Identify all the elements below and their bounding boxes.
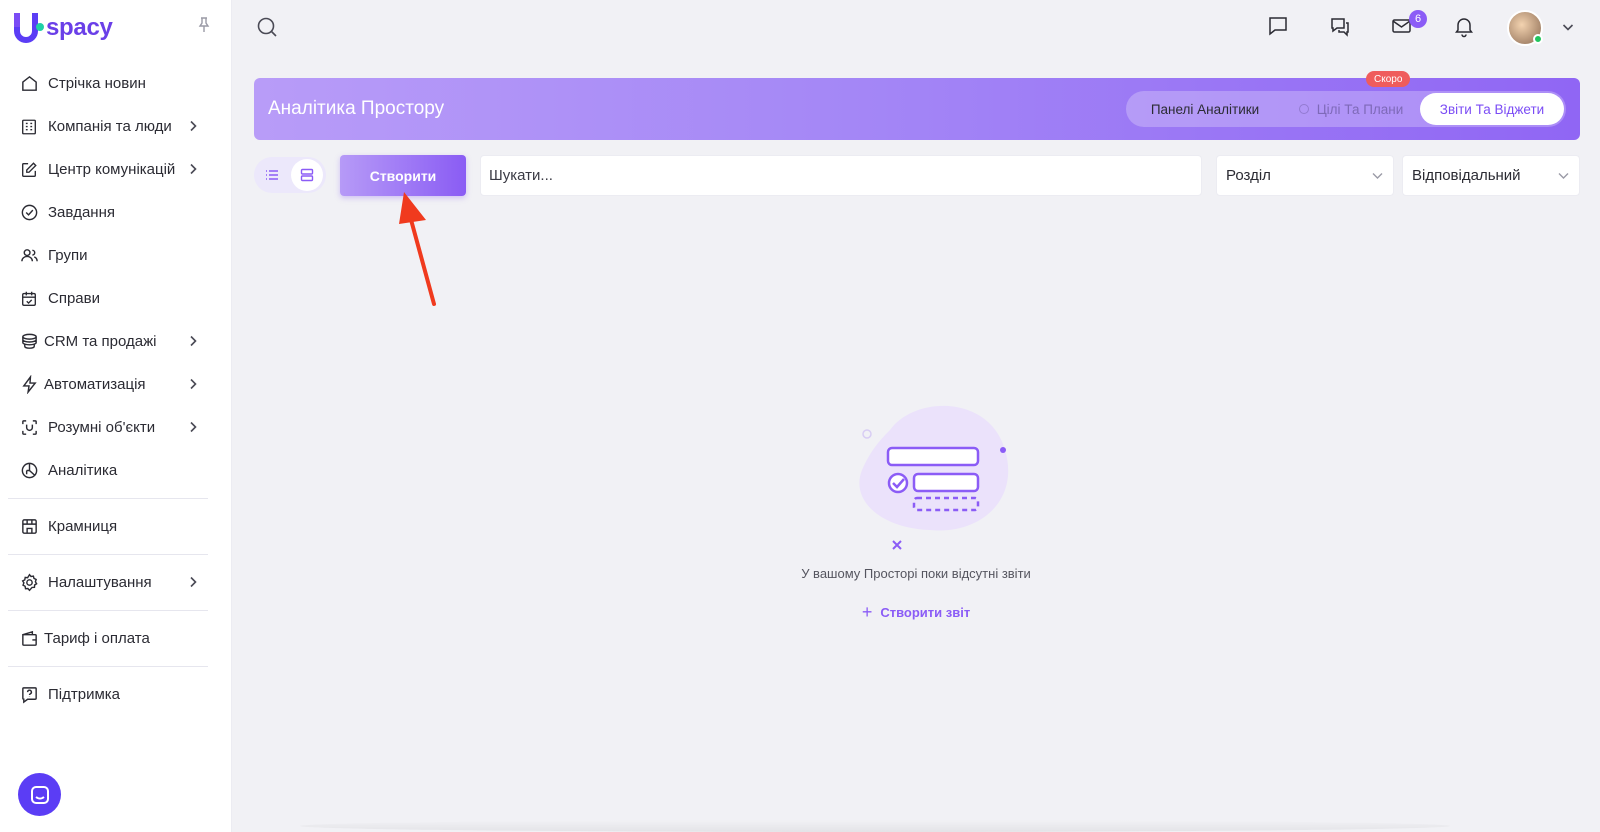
sidebar-item-company[interactable]: Компанія та люди bbox=[8, 105, 208, 148]
store-icon bbox=[19, 517, 39, 537]
responsible-select[interactable]: Відповідальний bbox=[1402, 155, 1580, 196]
sidebar-item-automation[interactable]: Автоматизація bbox=[8, 363, 208, 406]
sidebar-item-label: Центр комунікацій bbox=[48, 161, 176, 178]
create-report-button[interactable]: + Створити звіт bbox=[862, 602, 970, 623]
sidebar-item-crm[interactable]: CRM та продажі bbox=[8, 320, 208, 363]
sidebar-item-smart-objects[interactable]: Розумні об'єкти bbox=[8, 406, 208, 449]
bell-icon[interactable] bbox=[1452, 14, 1476, 38]
sidebar-item-label: Підтримка bbox=[48, 686, 121, 703]
online-status-dot bbox=[1533, 34, 1543, 44]
analytics-tabs: Панелі Аналітики Цілі Та Плани Звіти Та … bbox=[1126, 91, 1566, 127]
sidebar-item-label: Аналітика bbox=[48, 462, 118, 479]
sidebar-item-label: Групи bbox=[48, 247, 88, 264]
view-toggle bbox=[254, 157, 326, 193]
sidebar-item-label: Крамниця bbox=[48, 518, 118, 535]
create-report-label: Створити звіт bbox=[880, 605, 971, 620]
analytics-banner: Аналітика Простору Панелі Аналітики Цілі… bbox=[254, 71, 1580, 140]
chevron-down-icon[interactable] bbox=[1562, 22, 1574, 32]
chevron-down-icon bbox=[1558, 173, 1569, 179]
sidebar-item-analytics[interactable]: Аналітика bbox=[8, 449, 208, 492]
empty-reports-illustration-icon bbox=[859, 405, 1009, 550]
sidebar-item-tasks[interactable]: Завдання bbox=[8, 191, 208, 234]
bottom-shadow bbox=[300, 820, 1450, 832]
avatar[interactable] bbox=[1507, 10, 1543, 46]
sidebar-item-label: Завдання bbox=[48, 204, 115, 221]
sidebar-item-billing[interactable]: Тариф і оплата bbox=[8, 617, 208, 660]
wallet-icon bbox=[19, 629, 39, 649]
sidebar: spacy Стрічка новин Компанія та люди Цен… bbox=[0, 0, 232, 832]
users-icon bbox=[19, 246, 39, 266]
pin-icon[interactable] bbox=[196, 16, 212, 34]
create-report-row: + Створити звіт bbox=[232, 602, 1600, 623]
section-select[interactable]: Розділ bbox=[1216, 155, 1394, 196]
mail-count-badge: 6 bbox=[1409, 10, 1427, 28]
message-icon[interactable] bbox=[1266, 14, 1290, 38]
page-title: Аналітика Простору bbox=[268, 98, 445, 119]
edit-icon bbox=[19, 160, 39, 180]
sidebar-item-settings[interactable]: Налаштування bbox=[8, 561, 208, 604]
section-select-value: Розділ bbox=[1226, 167, 1271, 184]
divider bbox=[8, 610, 208, 611]
divider bbox=[8, 554, 208, 555]
sidebar-item-label: Стрічка новин bbox=[48, 75, 146, 92]
logo[interactable]: spacy bbox=[14, 12, 113, 44]
chevron-right-icon bbox=[190, 378, 197, 390]
sidebar-item-store[interactable]: Крамниця bbox=[8, 505, 208, 548]
sidebar-nav: Стрічка новин Компанія та люди Центр ком… bbox=[8, 62, 208, 716]
gear-icon bbox=[19, 573, 39, 593]
chevron-right-icon bbox=[190, 576, 197, 588]
logo-text: spacy bbox=[46, 14, 113, 41]
check-circle-icon bbox=[19, 203, 39, 223]
list-icon bbox=[266, 170, 278, 180]
chat-bubbles-icon[interactable] bbox=[1328, 14, 1352, 38]
sidebar-item-label: Тариф і оплата bbox=[44, 630, 150, 647]
coins-icon bbox=[19, 332, 39, 352]
divider bbox=[8, 498, 208, 499]
chat-widget-button[interactable] bbox=[18, 773, 61, 816]
cards-icon bbox=[300, 168, 314, 182]
search-input[interactable] bbox=[480, 155, 1202, 196]
list-view-button[interactable] bbox=[262, 165, 282, 185]
chat-icon bbox=[30, 785, 49, 804]
divider bbox=[8, 666, 208, 667]
responsible-select-value: Відповідальний bbox=[1412, 167, 1521, 184]
sidebar-item-communications[interactable]: Центр комунікацій bbox=[8, 148, 208, 191]
help-icon bbox=[19, 685, 39, 705]
lightning-icon bbox=[19, 375, 39, 395]
sidebar-item-groups[interactable]: Групи bbox=[8, 234, 208, 277]
chevron-right-icon bbox=[190, 335, 197, 347]
sidebar-item-label: CRM та продажі bbox=[44, 333, 157, 350]
tab-dashboards[interactable]: Панелі Аналітики bbox=[1128, 93, 1282, 125]
sidebar-item-label: Налаштування bbox=[48, 574, 152, 591]
sidebar-item-label: Розумні об'єкти bbox=[48, 419, 156, 436]
sidebar-item-label: Автоматизація bbox=[44, 376, 146, 393]
pie-chart-icon bbox=[19, 461, 39, 481]
card-view-button[interactable] bbox=[291, 159, 323, 191]
sidebar-item-label: Справи bbox=[48, 290, 100, 307]
tab-goals[interactable]: Цілі Та Плани bbox=[1282, 93, 1420, 125]
logo-mark-icon bbox=[14, 13, 44, 43]
plus-icon: + bbox=[861, 602, 873, 622]
scan-icon bbox=[19, 418, 39, 438]
tab-goals-label: Цілі Та Плани bbox=[1316, 101, 1404, 117]
tab-reports[interactable]: Звіти Та Віджети bbox=[1420, 93, 1564, 125]
chevron-down-icon bbox=[1372, 173, 1383, 179]
sidebar-item-support[interactable]: Підтримка bbox=[8, 673, 208, 716]
home-icon bbox=[19, 74, 39, 94]
circle-icon bbox=[1298, 104, 1309, 114]
chevron-right-icon bbox=[190, 163, 197, 175]
sidebar-item-news[interactable]: Стрічка новин bbox=[8, 62, 208, 105]
empty-state-message: У вашому Просторі поки відсутні звіти bbox=[801, 566, 1031, 581]
chevron-right-icon bbox=[190, 421, 197, 433]
building-icon bbox=[19, 117, 39, 137]
sidebar-item-label: Компанія та люди bbox=[48, 118, 172, 135]
chevron-right-icon bbox=[190, 120, 197, 132]
sidebar-item-affairs[interactable]: Справи bbox=[8, 277, 208, 320]
annotation-arrow-icon bbox=[399, 192, 436, 306]
calendar-check-icon bbox=[19, 289, 39, 309]
search-icon[interactable] bbox=[256, 16, 278, 38]
soon-badge: Скоро bbox=[1366, 71, 1411, 87]
